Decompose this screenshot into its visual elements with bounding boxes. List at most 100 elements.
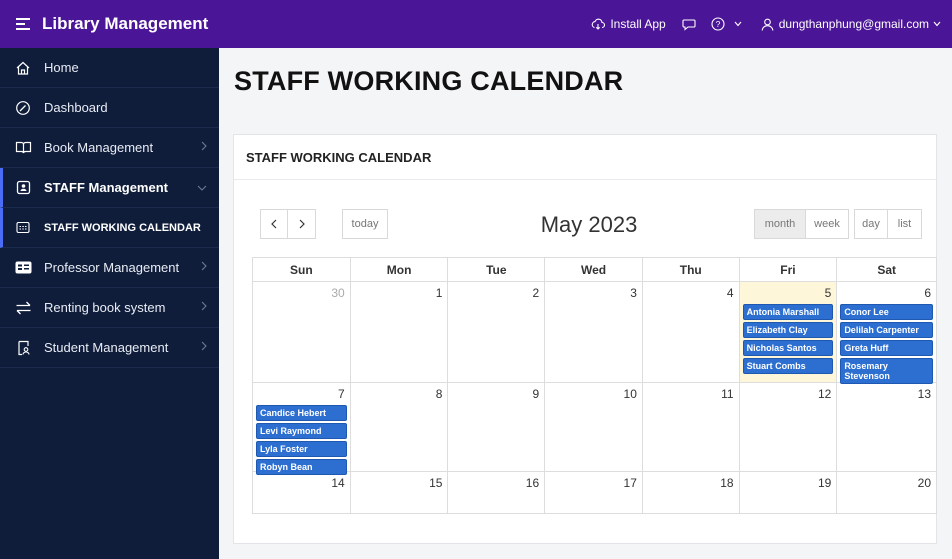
day-number[interactable]: 18 bbox=[720, 476, 733, 490]
calendar-event[interactable]: Elizabeth Clay bbox=[742, 322, 834, 338]
calendar-event[interactable]: Stuart Combs bbox=[742, 358, 834, 374]
day-number[interactable]: 2 bbox=[532, 286, 539, 300]
day-number[interactable]: 17 bbox=[624, 476, 637, 490]
day-cell[interactable]: 7 Candice Hebert Levi Raymond Lyla Foster Ro… bbox=[253, 383, 351, 475]
chevron-right-icon bbox=[201, 301, 207, 311]
sidebar-item-professor-management[interactable]: Professor Management bbox=[0, 248, 219, 288]
view-buttons: month week bbox=[754, 209, 849, 239]
day-number[interactable]: 8 bbox=[436, 387, 443, 401]
day-of-week-mon: Mon bbox=[351, 258, 449, 281]
calendar-event[interactable]: Levi Raymond bbox=[256, 423, 347, 439]
view-month-button[interactable]: month bbox=[754, 209, 806, 239]
view-day-button[interactable]: day bbox=[854, 209, 888, 239]
user-icon bbox=[761, 18, 774, 31]
sidebar-item-student-management[interactable]: Student Management bbox=[0, 328, 219, 368]
chat-button[interactable] bbox=[682, 18, 701, 31]
day-cell[interactable]: 4 bbox=[643, 282, 740, 382]
day-cell[interactable]: 18 bbox=[643, 472, 740, 513]
day-number[interactable]: 12 bbox=[818, 387, 831, 401]
day-number[interactable]: 1 bbox=[436, 286, 443, 300]
day-cell[interactable]: 19 bbox=[740, 472, 838, 513]
calendar-event[interactable]: Rosemary Stevenson bbox=[840, 358, 934, 384]
app-title: Library Management bbox=[42, 14, 209, 33]
day-cell[interactable]: 6 Conor Lee Delilah Carpenter Greta Huff Ros… bbox=[837, 282, 936, 384]
user-email: dungthanphung@gmail.com bbox=[778, 17, 929, 31]
calendar-event[interactable]: Lyla Foster bbox=[256, 441, 347, 457]
sidebar-item-label: Renting book system bbox=[44, 300, 166, 315]
day-number[interactable]: 15 bbox=[429, 476, 442, 490]
calendar-event[interactable]: Candice Hebert bbox=[256, 405, 347, 421]
day-number[interactable]: 16 bbox=[526, 476, 539, 490]
day-cell[interactable]: 14 bbox=[253, 472, 351, 513]
help-icon: ? bbox=[711, 17, 725, 31]
cloud-download-icon bbox=[592, 18, 606, 30]
chat-icon bbox=[682, 18, 696, 31]
calendar-event[interactable]: Greta Huff bbox=[840, 340, 934, 356]
day-cell[interactable]: 12 bbox=[740, 383, 838, 471]
week-row: 30 1 2 3 4 5 Antonia Marshall Elizabeth Clay Nic… bbox=[252, 281, 937, 384]
day-cell[interactable]: 11 bbox=[643, 383, 740, 471]
calendar-event[interactable]: Antonia Marshall bbox=[742, 304, 834, 320]
sidebar-item-home[interactable]: Home bbox=[0, 48, 219, 88]
week-row: 7 Candice Hebert Levi Raymond Lyla Foster Ro… bbox=[252, 382, 937, 475]
card-title: STAFF WORKING CALENDAR bbox=[234, 135, 936, 180]
day-number[interactable]: 20 bbox=[918, 476, 931, 490]
day-cell[interactable]: 10 bbox=[545, 383, 643, 471]
day-number[interactable]: 4 bbox=[727, 286, 734, 300]
swap-icon bbox=[14, 299, 32, 317]
staff-icon bbox=[14, 179, 32, 197]
day-number[interactable]: 13 bbox=[918, 387, 931, 401]
sidebar-item-label: Book Management bbox=[44, 140, 154, 155]
day-cell[interactable]: 9 bbox=[448, 383, 546, 471]
menu-icon[interactable] bbox=[16, 18, 30, 30]
chevron-right-icon bbox=[201, 141, 207, 151]
day-cell[interactable]: 5 Antonia Marshall Elizabeth Clay Nicholas … bbox=[739, 282, 838, 382]
day-number[interactable]: 3 bbox=[630, 286, 637, 300]
chevron-down-icon bbox=[734, 21, 742, 27]
day-of-week-sun: Sun bbox=[253, 258, 351, 281]
day-of-week-thu: Thu bbox=[643, 258, 740, 281]
view-week-button[interactable]: week bbox=[806, 209, 849, 239]
sidebar-item-staff-management[interactable]: STAFF Management bbox=[0, 168, 219, 208]
day-number[interactable]: 5 bbox=[825, 286, 832, 300]
sidebar-item-label: STAFF Management bbox=[44, 180, 168, 195]
day-cell[interactable]: 17 bbox=[545, 472, 643, 513]
month-grid: Sun Mon Tue Wed Thu Fri Sat 30 1 2 3 4 5 Antonia Mar… bbox=[252, 257, 937, 514]
day-number[interactable]: 9 bbox=[532, 387, 539, 401]
week-row: 14 15 16 17 18 19 20 bbox=[252, 471, 937, 514]
sidebar-item-renting-book-system[interactable]: Renting book system bbox=[0, 288, 219, 328]
help-button[interactable]: ? bbox=[711, 17, 747, 31]
day-cell[interactable]: 3 bbox=[545, 282, 643, 382]
sidebar-item-staff-working-calendar[interactable]: STAFF WORKING CALENDAR bbox=[0, 208, 219, 248]
svg-text:?: ? bbox=[715, 19, 720, 29]
brand: Library Management bbox=[0, 0, 219, 48]
calendar-toolbar: today May 2023 month week day list bbox=[251, 209, 927, 241]
day-number[interactable]: 6 bbox=[924, 286, 931, 300]
day-number[interactable]: 30 bbox=[331, 286, 344, 300]
day-cell[interactable]: 16 bbox=[448, 472, 546, 513]
calendar-event[interactable]: Conor Lee bbox=[840, 304, 934, 320]
day-cell[interactable]: 1 bbox=[351, 282, 449, 382]
sidebar-item-label: Home bbox=[44, 60, 79, 75]
day-number[interactable]: 7 bbox=[338, 387, 345, 401]
calendar-event[interactable]: Delilah Carpenter bbox=[840, 322, 934, 338]
user-menu[interactable]: dungthanphung@gmail.com bbox=[761, 17, 946, 31]
calendar-event[interactable]: Nicholas Santos bbox=[742, 340, 834, 356]
day-number[interactable]: 14 bbox=[331, 476, 344, 490]
sidebar-item-book-management[interactable]: Book Management bbox=[0, 128, 219, 168]
day-cell[interactable]: 2 bbox=[448, 282, 546, 382]
day-number[interactable]: 10 bbox=[624, 387, 637, 401]
day-cell[interactable]: 15 bbox=[351, 472, 449, 513]
day-cell[interactable]: 20 bbox=[837, 472, 936, 513]
day-number[interactable]: 19 bbox=[818, 476, 831, 490]
install-app-button[interactable]: Install App bbox=[591, 17, 666, 31]
day-of-week-fri: Fri bbox=[740, 258, 838, 281]
day-number[interactable]: 11 bbox=[721, 387, 733, 401]
home-icon bbox=[14, 59, 32, 77]
day-cell[interactable]: 8 bbox=[351, 383, 449, 471]
day-cell[interactable]: 13 bbox=[837, 383, 936, 471]
day-cell[interactable]: 30 bbox=[253, 282, 351, 382]
view-list-button[interactable]: list bbox=[888, 209, 922, 239]
calendar: today May 2023 month week day list Sun Mo… bbox=[251, 181, 939, 526]
sidebar-item-dashboard[interactable]: Dashboard bbox=[0, 88, 219, 128]
